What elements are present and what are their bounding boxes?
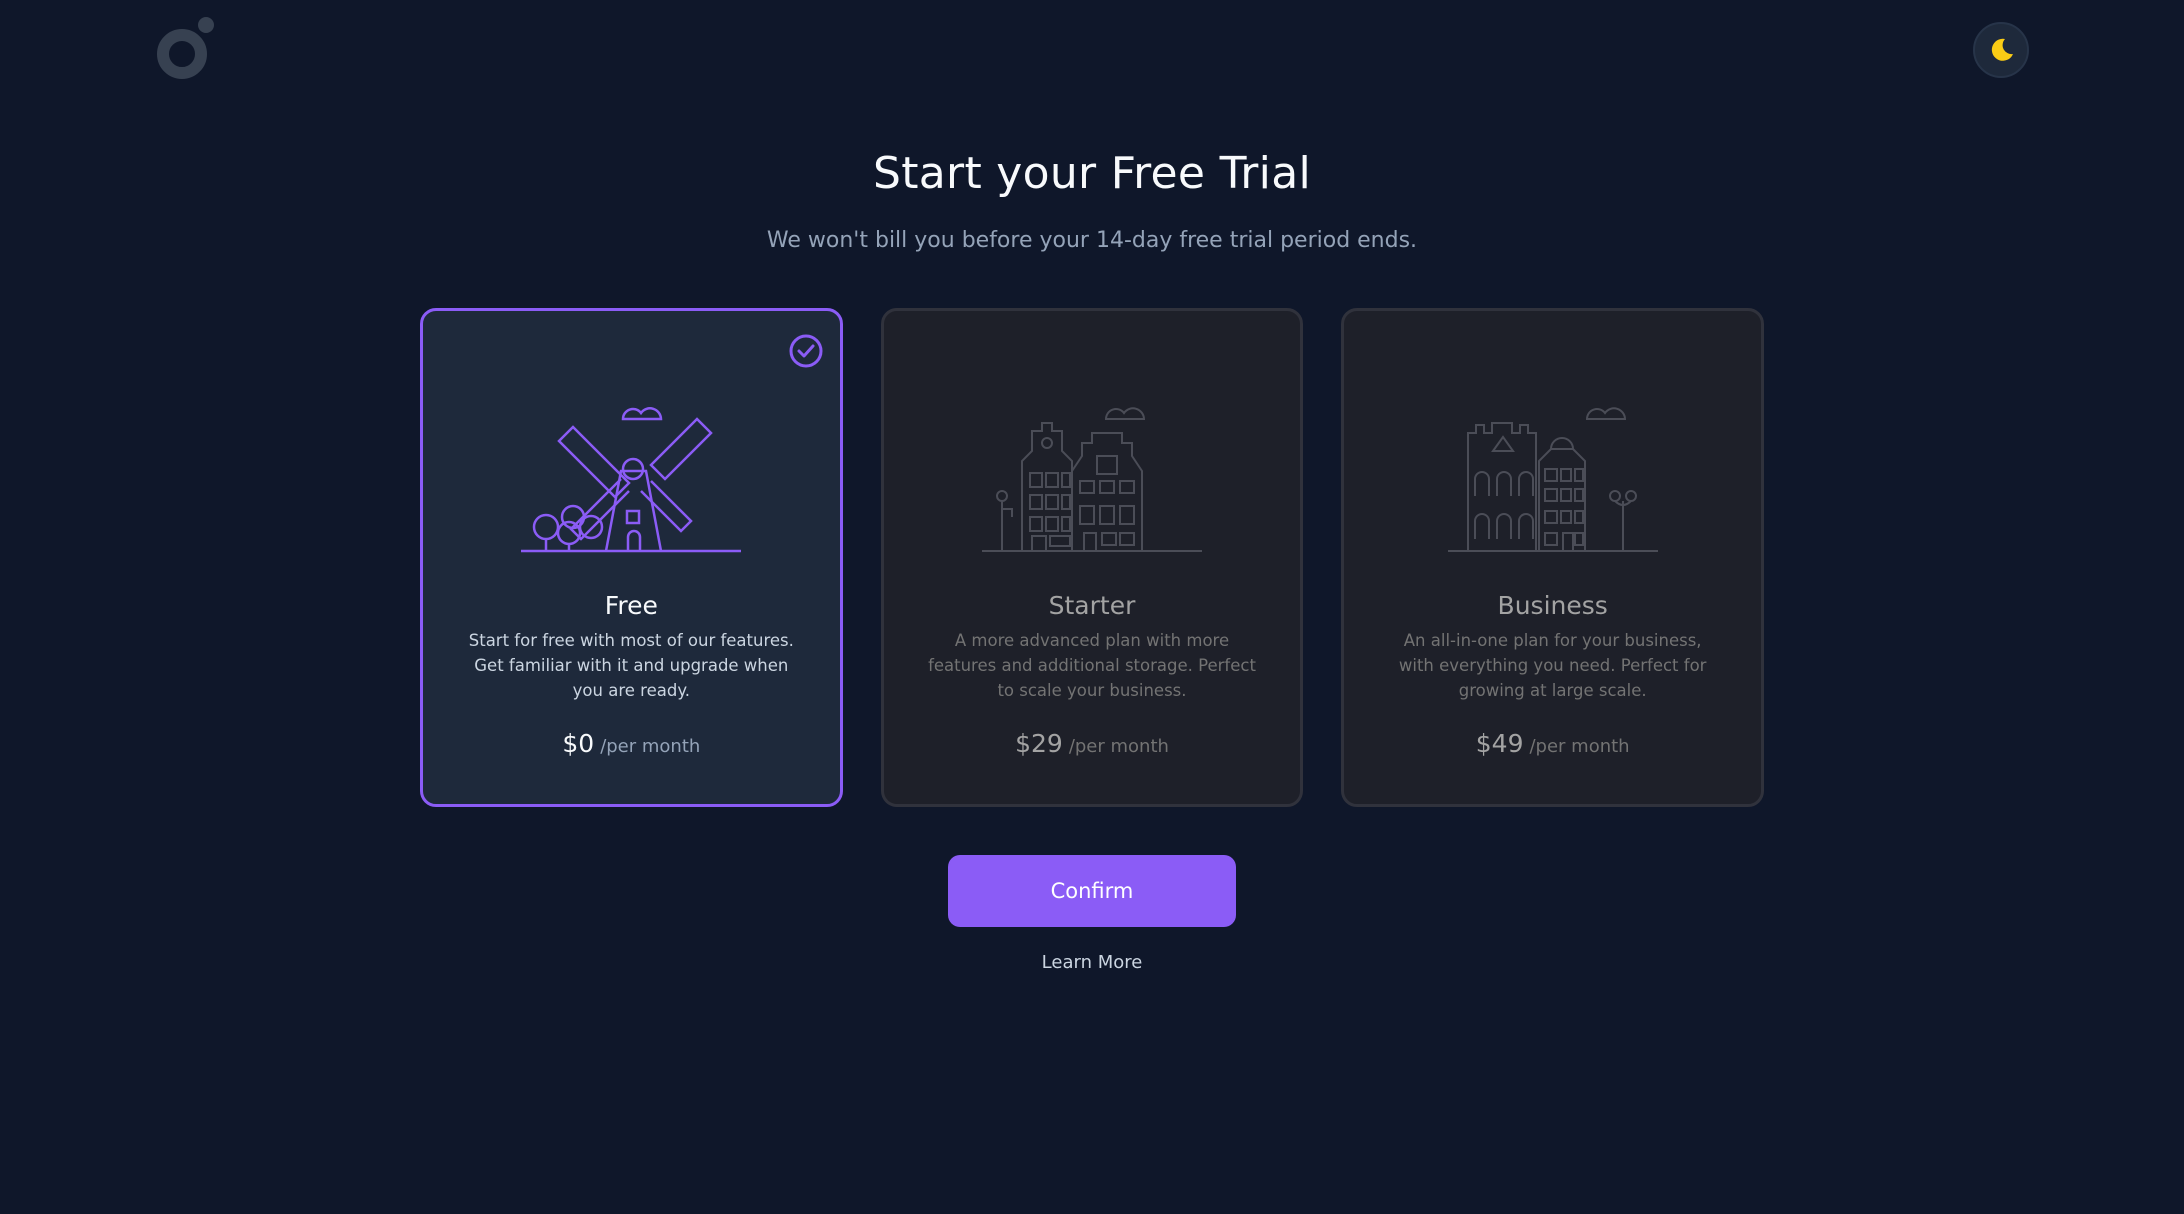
plan-period: /per month — [1529, 736, 1630, 757]
plan-period: /per month — [1068, 736, 1169, 757]
plan-card-starter[interactable]: Starter A more advanced plan with more f… — [880, 308, 1304, 807]
plan-card-business[interactable]: Business An all-in-one plan for your bus… — [1341, 308, 1765, 807]
plan-price: $49 — [1475, 729, 1524, 758]
page-title: Start your Free Trial — [873, 148, 1311, 199]
buildings-illustration-icon — [1447, 407, 1658, 552]
pricing-page: Start your Free Trial We won't bill you … — [0, 0, 2184, 1214]
plan-price: $0 — [562, 729, 595, 758]
plan-description: An all-in-one plan for your business, wi… — [1398, 631, 1707, 700]
plan-description: Start for free with most of our features… — [468, 631, 794, 700]
check-circle-icon — [789, 334, 823, 368]
plan-name: Starter — [1048, 591, 1136, 620]
plan-price-row: $0 /per month — [562, 729, 700, 758]
townhouses-illustration-icon — [982, 407, 1202, 552]
learn-more-link[interactable]: Learn More — [0, 952, 2184, 973]
plan-cards: Free Start for free with most of our fea… — [420, 308, 1765, 807]
plan-period: /per month — [600, 736, 701, 757]
plan-name: Free — [604, 591, 658, 620]
moon-icon — [1991, 38, 2013, 61]
page-subtitle: We won't bill you before your 14-day fre… — [766, 228, 1418, 253]
plan-description: A more advanced plan with more features … — [928, 631, 1256, 700]
plan-name: Business — [1497, 591, 1608, 620]
plan-card-free[interactable]: Free Start for free with most of our fea… — [420, 308, 843, 807]
windmill-illustration-icon — [521, 407, 742, 553]
confirm-button[interactable]: Confirm — [948, 855, 1236, 927]
theme-toggle-button[interactable] — [1973, 22, 2029, 78]
plan-price-row: $49 /per month — [1476, 729, 1630, 758]
brand-logo-icon[interactable] — [155, 16, 217, 80]
plan-price: $29 — [1015, 729, 1063, 758]
plan-price-row: $29 /per month — [1015, 729, 1169, 758]
